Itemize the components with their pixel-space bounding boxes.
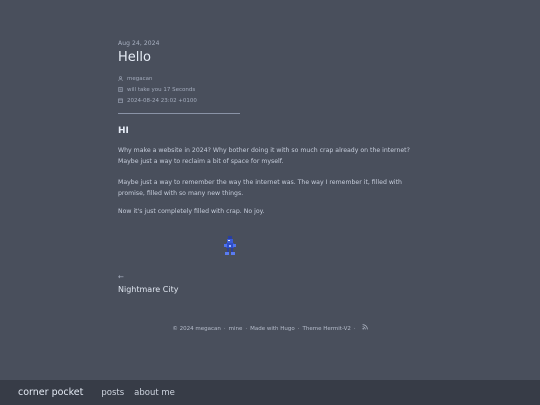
rss-icon[interactable]	[362, 324, 368, 332]
back-arrow-icon[interactable]: ←	[118, 273, 124, 281]
nav-posts[interactable]: posts	[101, 388, 124, 398]
nav-about-me[interactable]: about me	[134, 388, 175, 398]
paragraph: Maybe just a way to remember the way the…	[118, 179, 402, 197]
paragraph: Why make a website in 2024? Why bother d…	[118, 147, 410, 165]
file-icon	[118, 87, 127, 92]
footer-separator: ·	[223, 325, 226, 332]
timestamp: 2024-08-24 23:02 +0100	[127, 97, 197, 104]
footer-separator: ·	[297, 325, 300, 332]
site-brand[interactable]: corner pocket	[18, 387, 83, 398]
prev-post-link[interactable]: Nightmare City	[118, 285, 178, 294]
bottom-nav-bar: corner pocket posts about me	[0, 380, 540, 405]
footer-copyright: © 2024 megacan	[172, 325, 221, 332]
footer: © 2024 megacan · mine · Made with Hugo · Theme…	[0, 324, 540, 332]
post-article: Aug 24, 2024 Hello megacan will take you…	[118, 40, 418, 218]
post-title: Hello	[118, 50, 151, 65]
pixel-character-icon	[221, 236, 239, 256]
author-name[interactable]: megacan	[127, 76, 152, 82]
paragraph: Now it's just completely filled with cra…	[118, 208, 265, 216]
post-meta: megacan will take you 17 Seconds 2024-08…	[118, 73, 418, 106]
reading-time: will take you 17 Seconds	[127, 86, 196, 93]
footer-separator: ·	[245, 325, 248, 332]
user-icon	[118, 76, 127, 81]
footer-made-with[interactable]: Made with Hugo	[250, 326, 295, 332]
footer-theme[interactable]: Theme Hermit-V2	[303, 326, 351, 332]
content-heading: HI	[118, 126, 129, 136]
footer-mine[interactable]: mine	[229, 326, 243, 332]
meta-timestamp: 2024-08-24 23:02 +0100	[118, 95, 418, 106]
calendar-icon	[118, 98, 127, 103]
meta-reading-time: will take you 17 Seconds	[118, 84, 418, 95]
divider	[118, 113, 240, 114]
post-date: Aug 24, 2024	[118, 40, 160, 47]
meta-author: megacan	[118, 73, 418, 84]
footer-separator: ·	[353, 325, 356, 332]
